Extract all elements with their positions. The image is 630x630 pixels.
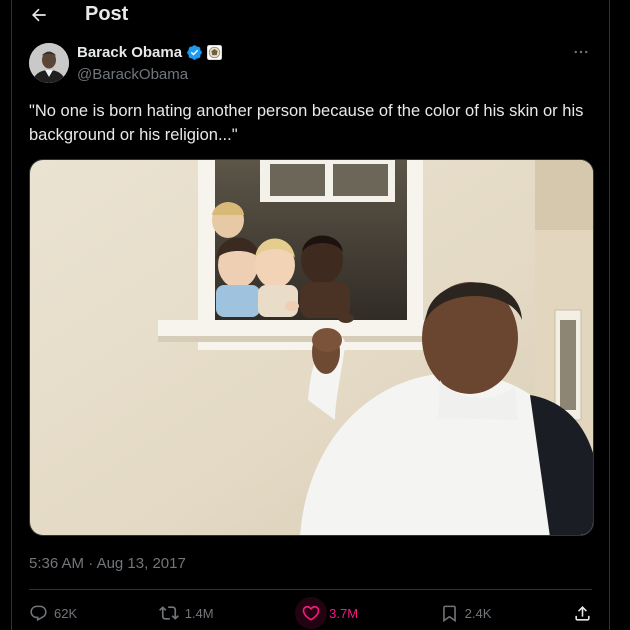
avatar[interactable]	[29, 43, 69, 83]
arrow-left-icon	[31, 8, 46, 22]
like-icon-highlight	[295, 597, 328, 629]
bookmark-icon	[442, 605, 456, 622]
reply-icon	[30, 605, 47, 621]
reply-button[interactable]: 62K	[29, 598, 77, 628]
like-count: 3.7M	[329, 605, 359, 621]
tweet-actions: 62K 1.4M 3.7M 2.4K	[29, 597, 592, 629]
reply-count: 62K	[54, 605, 78, 621]
tweet-text: "No one is born hating another person be…	[29, 102, 584, 144]
photo-illustration	[30, 160, 593, 535]
author-display-name[interactable]: Barack Obama	[77, 44, 182, 61]
tweet-date[interactable]: Aug 13, 2017	[97, 555, 186, 572]
share-icon	[575, 605, 590, 621]
post-column: Post Barack Obama @BarackObama "No one i…	[11, 0, 610, 630]
author-name-row: Barack Obama	[77, 44, 223, 61]
more-horizontal-icon	[574, 50, 588, 54]
tweet-photo[interactable]	[29, 159, 594, 536]
government-seal-icon[interactable]	[207, 45, 223, 60]
repost-count: 1.4M	[184, 605, 214, 621]
like-button[interactable]: 3.7M	[295, 597, 359, 629]
avatar-portrait	[29, 43, 69, 83]
bookmark-count: 2.4K	[464, 605, 492, 621]
share-button[interactable]	[573, 598, 592, 628]
verified-badge-icon[interactable]	[186, 44, 203, 61]
bookmark-button[interactable]: 2.4K	[440, 598, 492, 628]
repost-icon	[158, 606, 179, 620]
more-options-button[interactable]	[570, 42, 592, 62]
heart-icon	[302, 605, 320, 621]
tweet-time[interactable]: 5:36 AM	[29, 555, 84, 572]
post-header: Post	[12, 0, 609, 30]
tweet-timestamp: 5:36 AM · Aug 13, 2017	[29, 555, 186, 572]
timestamp-separator: ·	[84, 555, 97, 572]
repost-button[interactable]: 1.4M	[158, 598, 214, 628]
page-title: Post	[85, 3, 129, 25]
actions-divider	[29, 589, 592, 590]
back-button[interactable]	[28, 4, 50, 26]
author-handle[interactable]: @BarackObama	[77, 66, 188, 83]
